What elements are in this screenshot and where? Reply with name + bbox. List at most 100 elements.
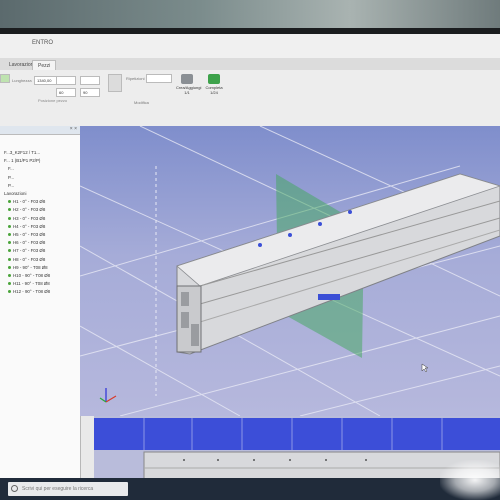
tree-item-label: H9 - 90° - T08 Ø8 [13,264,48,270]
tree-item-label: H1 - 0° - F03 Ø8 [13,199,46,205]
elevation-hole [325,459,327,461]
grid-line [299,365,500,416]
status-dot-icon [8,241,11,245]
tree-item[interactable]: H1 - 0° - F03 Ø8 [0,198,80,206]
field-4[interactable]: 90 [80,88,100,97]
search-placeholder: Scrivi qui per eseguire la ricerca [22,486,94,492]
search-icon [11,485,18,492]
profile-cavity [181,292,189,306]
tree-item[interactable]: F... [0,165,80,173]
tree-item-label: H4 - 0° - F03 Ø8 [13,223,46,229]
green-arrow-icon[interactable] [0,74,10,83]
tree-item[interactable]: H5 - 0° - F03 Ø8 [0,231,80,239]
create-icon [181,74,193,84]
tree-item[interactable]: H9 - 90° - T08 Ø8 [0,264,80,272]
repetitions-label: Ripetizioni [126,76,145,81]
close-icon[interactable]: × × [70,126,77,132]
status-dot-icon [8,224,11,228]
hole-marker [258,243,262,247]
position-group-label: Posizione pezzo [38,98,68,103]
3d-scene [80,126,500,416]
status-dot-icon [8,290,11,294]
arrows-icon[interactable] [108,74,122,92]
tree-item[interactable]: P... [0,182,80,190]
tree-item-label: H7 - 0° - F03 Ø8 [13,248,46,254]
window-title: ENTRO [32,40,53,46]
profile-cavity [191,324,199,346]
tree-item-label: Lavorazioni [4,191,27,197]
tree-item[interactable]: H11 - 90° - T08 Ø8 [0,280,80,288]
status-dot-icon [8,274,11,278]
tree-item-label: F... 1 (B1/P1 P2/P) [4,158,41,164]
field-2[interactable] [80,76,100,85]
tree-item-label: H2 - 0° - F03 Ø8 [13,207,46,213]
hole-marker [288,233,292,237]
status-label: Modifica [134,100,149,105]
tree-item[interactable]: H7 - 0° - F03 Ø8 [0,247,80,255]
tree-item-label: H8 - 0° - F03 Ø8 [13,256,46,262]
complete-icon [208,74,220,84]
taskbar-search-input[interactable]: Scrivi qui per eseguire la ricerca [8,482,128,496]
status-dot-icon [8,265,11,269]
tree-panel-header: × × [0,126,80,135]
status-dot-icon [8,216,11,220]
tree-item[interactable]: H8 - 0° - F03 Ø8 [0,256,80,264]
tree-item[interactable]: F...3_K2F12 / T1... [0,149,80,157]
tree-item[interactable]: H2 - 0° - F03 Ø8 [0,206,80,214]
tree-item-label: F... [8,166,14,172]
profile-cavity [181,312,189,328]
tree-item[interactable]: H6 - 0° - F03 Ø8 [0,239,80,247]
light-glare [440,460,500,500]
3d-viewport[interactable] [80,126,500,416]
tree-item[interactable]: H10 - 90° - T08 Ø8 [0,272,80,280]
tree-item[interactable]: F... 1 (B1/P1 P2/P) [0,157,80,165]
tree-item[interactable]: H4 - 0° - F03 Ø8 [0,223,80,231]
status-dot-icon [8,257,11,261]
hole-marker [348,210,352,214]
length-field[interactable]: 1340,00 [34,76,58,85]
length-label: Lunghezza [12,78,32,83]
tree-item-label: P... [8,182,15,188]
create-add-button[interactable]: Crea/Aggiungi 1/1 [176,74,202,95]
field-3[interactable]: 60 [56,88,76,97]
create-add-label: Crea/Aggiungi 1/1 [176,85,202,95]
status-dot-icon [8,233,11,237]
mouse-cursor-icon [421,363,429,373]
elevation-hole [365,459,367,461]
tree-item[interactable]: H12 - 90° - T08 Ø8 [0,288,80,296]
ribbon: Lunghezza 1340,00 60 90 Posizione pezzo … [0,70,500,127]
axis-gizmo [99,388,117,403]
tree-item[interactable]: H3 - 0° - F03 Ø8 [0,215,80,223]
tree-item[interactable]: Lavorazioni [0,190,80,198]
tree-item-label: H5 - 0° - F03 Ø8 [13,232,46,238]
elevation-hole [217,459,219,461]
screen: ENTRO Lavorazioni Pezzi Lunghezza 1340,0… [0,34,500,500]
tree-item-label: F...3_K2F12 / T1... [4,150,41,155]
tree-item-label: H11 - 90° - T08 Ø8 [13,281,50,287]
top-band [94,418,500,450]
status-dot-icon [8,208,11,212]
hole-marker [318,222,322,226]
tree-item-label: H6 - 0° - F03 Ø8 [13,240,46,246]
field-1[interactable] [56,76,76,85]
tree-list: F...3_K2F12 / T1... F... 1 (B1/P1 P2/P) F.… [0,135,80,297]
tree-item-label: H12 - 90° - T08 Ø8 [13,289,51,295]
tree-item-label: H10 - 90° - T08 Ø8 [13,273,51,279]
elevation-hole [183,459,185,461]
tree-panel: × × F...3_K2F12 / T1... F... 1 (B1/P1 P2/… [0,126,81,500]
status-dot-icon [8,200,11,204]
status-dot-icon [8,249,11,253]
complete-button[interactable]: Completa 1/24 [203,74,225,95]
drill-marker-cluster [318,294,340,300]
title-bar: ENTRO [0,34,500,59]
ribbon-tabs: Lavorazioni Pezzi [0,58,500,71]
background-wall [0,0,500,30]
tree-item-label: H3 - 0° - F03 Ø8 [13,215,46,221]
complete-label: Completa 1/24 [205,85,223,95]
status-dot-icon [8,282,11,286]
tree-item[interactable]: P... [0,174,80,182]
repetitions-field[interactable] [146,74,172,83]
elevation-hole [253,459,255,461]
tree-item-label: P... [8,174,15,180]
elevation-hole [289,459,291,461]
